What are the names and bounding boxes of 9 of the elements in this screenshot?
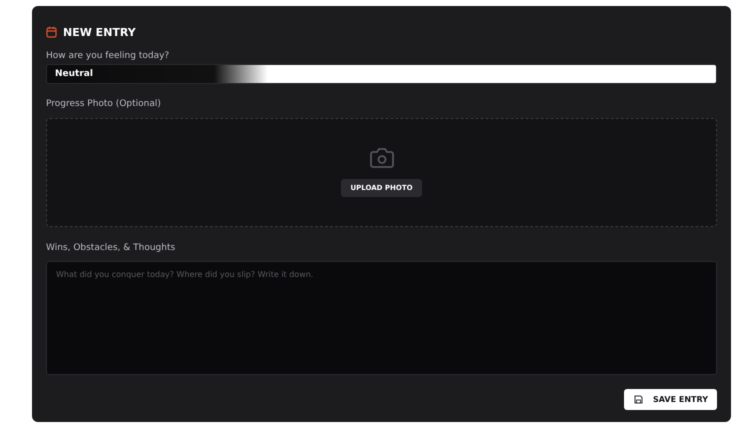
calendar-icon: [46, 26, 57, 38]
camera-icon: [368, 148, 394, 169]
mood-select[interactable]: Neutral: [46, 64, 717, 84]
save-entry-button[interactable]: SAVE ENTRY: [624, 389, 717, 410]
notes-field[interactable]: What did you conquer today? Where did you slip? Write it down.: [46, 261, 717, 375]
card-title: NEW ENTRY: [63, 26, 136, 38]
mood-label: How are you feeling today?: [46, 51, 170, 63]
photo-label: Progress Photo (Optional): [46, 99, 162, 111]
notes-label: Wins, Obstacles, & Thoughts: [46, 243, 176, 255]
